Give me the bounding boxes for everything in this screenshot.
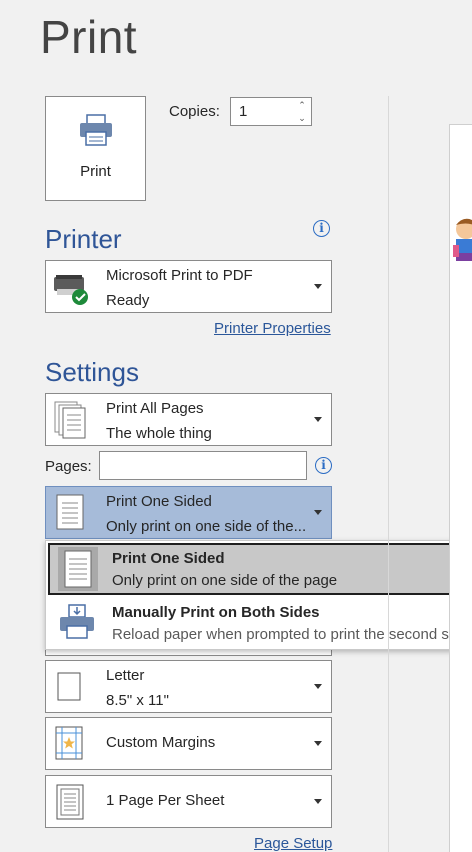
one-page-per-sheet-icon — [56, 784, 84, 820]
page-title: Print — [40, 11, 138, 63]
pages-icon — [54, 401, 86, 439]
printer-ready-icon — [54, 275, 88, 305]
sides-dropdown-menu: Print One Sided Only print on one side o… — [45, 540, 472, 650]
printer-dropdown[interactable]: Microsoft Print to PDF Ready — [45, 260, 332, 313]
paper-size-dropdown[interactable]: Letter 8.5" x 11" — [45, 660, 332, 713]
pages-per-sheet-dropdown[interactable]: 1 Page Per Sheet — [45, 775, 332, 828]
pages-label: Pages: — [45, 458, 92, 475]
print-button[interactable]: Print — [45, 96, 146, 201]
pages-input[interactable] — [99, 451, 307, 480]
print-range-title: Print All Pages — [106, 400, 204, 417]
menu-item-title: Print One Sided — [112, 550, 225, 567]
margins-title: Custom Margins — [106, 734, 216, 751]
clipart-character-icon — [453, 218, 472, 261]
menu-item-subtitle: Reload paper when prompted to print the … — [112, 626, 469, 643]
page-icon — [57, 672, 81, 701]
spin-down-icon[interactable]: ⌄ — [297, 113, 307, 123]
chevron-down-icon — [314, 798, 322, 804]
pages-info-icon[interactable]: i — [315, 457, 332, 474]
printer-name: Microsoft Print to PDF — [106, 267, 253, 284]
sides-subtitle: Only print on one side of the... — [106, 518, 307, 535]
printer-status: Ready — [106, 292, 150, 309]
panel-divider — [388, 96, 389, 852]
chevron-down-icon — [314, 509, 322, 515]
printer-heading: Printer — [45, 224, 122, 254]
menu-item-subtitle: Only print on one side of the page — [112, 572, 338, 589]
hidden-dropdown-edge — [45, 650, 332, 656]
settings-heading: Settings — [45, 357, 139, 387]
chevron-down-icon — [314, 683, 322, 689]
sides-title: Print One Sided — [106, 493, 212, 510]
print-range-subtitle: The whole thing — [106, 425, 212, 442]
pages-per-sheet-title: 1 Page Per Sheet — [106, 792, 225, 809]
sides-dropdown[interactable]: Print One Sided Only print on one side o… — [45, 486, 332, 539]
chevron-down-icon — [314, 416, 322, 422]
print-button-label: Print — [80, 163, 111, 180]
menu-item-title: Manually Print on Both Sides — [112, 604, 320, 621]
menu-item-print-one-sided[interactable]: Print One Sided Only print on one side o… — [48, 543, 472, 595]
one-sided-icon — [58, 547, 98, 591]
spin-up-icon[interactable]: ⌃ — [297, 100, 307, 110]
print-range-dropdown[interactable]: Print All Pages The whole thing — [45, 393, 332, 446]
printer-properties-link[interactable]: Printer Properties — [214, 320, 331, 337]
chevron-down-icon — [314, 283, 322, 289]
printer-icon — [80, 114, 112, 146]
manual-duplex-printer-icon — [60, 604, 94, 639]
print-preview-page — [449, 124, 472, 852]
chevron-down-icon — [314, 740, 322, 746]
page-setup-link[interactable]: Page Setup — [254, 835, 332, 852]
copies-value: 1 — [239, 103, 248, 120]
margins-dropdown[interactable]: Custom Margins — [45, 717, 332, 770]
printer-info-icon[interactable]: i — [313, 220, 330, 237]
paper-size-title: Letter — [106, 667, 145, 684]
menu-item-manual-duplex[interactable]: Manually Print on Both Sides Reload pape… — [48, 597, 472, 649]
copies-label: Copies: — [169, 103, 220, 120]
copies-input[interactable]: 1 ⌃ ⌄ — [230, 97, 312, 126]
paper-size-subtitle: 8.5" x 11" — [106, 692, 169, 709]
one-sided-icon — [56, 494, 84, 530]
margins-icon — [55, 726, 83, 760]
